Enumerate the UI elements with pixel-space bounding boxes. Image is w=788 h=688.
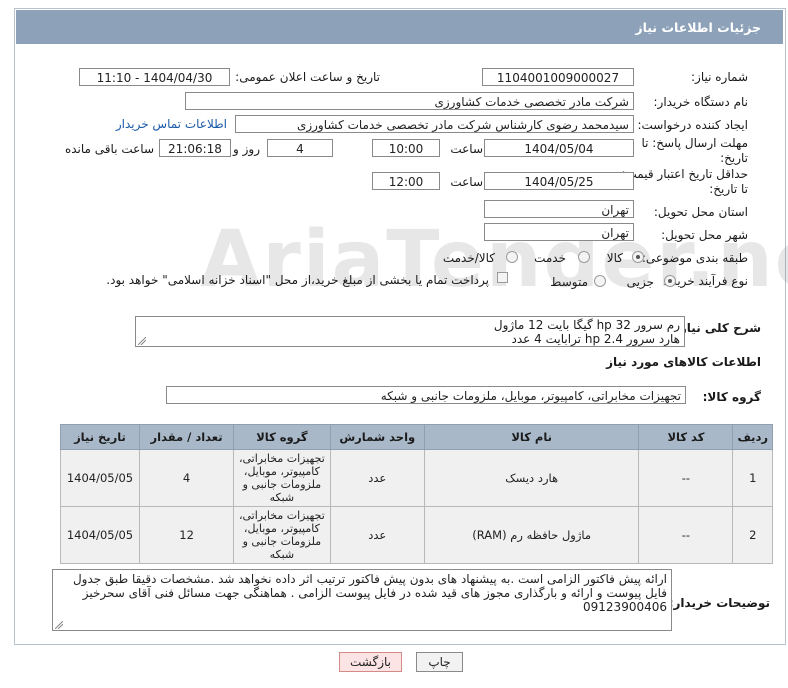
category-radio-goods-service[interactable] bbox=[506, 251, 518, 263]
cell-goods-group: تجهیزات مخابراتی، کامپیوتر، موبایل، ملزو… bbox=[233, 506, 331, 564]
announce-datetime-field: 1404/04/30 - 11:10 bbox=[79, 68, 230, 86]
col-need-date: تاریخ نیاز bbox=[60, 424, 140, 450]
table-row: 2 -- ماژول حافظه رم (RAM) عدد تجهیزات مخ… bbox=[60, 506, 773, 564]
cell-quantity: 12 bbox=[138, 506, 235, 564]
price-validity-date-field: 1404/05/25 bbox=[484, 172, 634, 190]
province-label: استان محل تحویل: bbox=[653, 205, 748, 219]
category-option-goods-service: کالا/خدمت bbox=[442, 251, 495, 265]
price-validity-time-label: ساعت bbox=[450, 175, 483, 189]
price-validity-time-field: 12:00 bbox=[372, 172, 440, 190]
col-goods-group: گروه کالا bbox=[233, 424, 331, 450]
city-field: تهران bbox=[484, 223, 634, 241]
category-option-service: خدمت bbox=[534, 251, 566, 265]
process-option-minor: جزیی bbox=[626, 275, 654, 289]
process-radio-minor[interactable] bbox=[664, 275, 676, 287]
category-radio-goods[interactable] bbox=[632, 251, 644, 263]
cell-goods-group: تجهیزات مخابراتی، کامپیوتر، موبایل، ملزو… bbox=[233, 449, 331, 507]
col-goods-name: نام کالا bbox=[423, 424, 640, 450]
reply-days-field: 4 bbox=[267, 139, 333, 157]
cell-unit: عدد bbox=[329, 449, 425, 507]
treasury-payment-checkbox[interactable] bbox=[497, 272, 508, 283]
process-radio-medium[interactable] bbox=[594, 275, 606, 287]
reply-time-label: ساعت bbox=[450, 142, 483, 156]
col-unit: واحد شمارش bbox=[329, 424, 425, 450]
city-label: شهر محل تحویل: bbox=[661, 228, 748, 242]
goods-info-title: اطلاعات کالاهای مورد نیاز bbox=[606, 355, 761, 369]
print-button[interactable]: چاپ bbox=[416, 652, 463, 672]
reply-date-field: 1404/05/04 bbox=[484, 139, 634, 157]
col-goods-code: کد کالا bbox=[638, 424, 734, 450]
buyer-contact-link[interactable]: اطلاعات تماس خریدار bbox=[116, 117, 227, 131]
cell-goods-name: ماژول حافظه رم (RAM) bbox=[423, 506, 640, 564]
goods-table: ردیف کد کالا نام کالا واحد شمارش گروه کا… bbox=[60, 424, 773, 564]
table-row: 1 -- هارد دیسک عدد تجهیزات مخابراتی، کام… bbox=[60, 449, 773, 507]
process-option-medium: متوسط bbox=[550, 275, 588, 289]
price-validity-label: حداقل تاریخ اعتبار قیمت: bbox=[621, 167, 748, 181]
buyer-org-field: شرکت مادر تخصصی خدمات کشاورزی bbox=[185, 92, 634, 110]
buyer-notes-text: ارائه پیش فاکتور الزامی است .به پیشنهاد … bbox=[72, 572, 667, 614]
goods-group-field: تجهیزات مخابراتی، کامپیوتر، موبایل، ملزو… bbox=[166, 386, 686, 404]
treasury-payment-note: پرداخت تمام یا بخشی از مبلغ خرید،از محل … bbox=[106, 273, 489, 287]
back-button[interactable]: بازگشت bbox=[339, 652, 402, 672]
reply-deadline-label-2: تاریخ: bbox=[720, 151, 748, 165]
col-row-number: ردیف bbox=[732, 424, 773, 450]
requester-field: سیدمحمد رضوی کارشناس شرکت مادر تخصصی خدم… bbox=[235, 115, 634, 133]
cell-goods-code: -- bbox=[638, 449, 734, 507]
goods-group-label: گروه کالا: bbox=[702, 390, 761, 404]
announce-datetime-label: تاریخ و ساعت اعلان عمومی: bbox=[235, 70, 380, 84]
category-label: طبقه بندی موضوعی: bbox=[641, 251, 748, 265]
need-number-label: شماره نیاز: bbox=[691, 70, 748, 84]
cell-quantity: 4 bbox=[138, 449, 235, 507]
need-number-field: 1104001009000027 bbox=[482, 68, 634, 86]
buyer-notes-label: توضیحات خریدار: bbox=[668, 596, 770, 610]
remaining-time-field: 21:06:18 bbox=[159, 139, 231, 157]
reply-deadline-label: مهلت ارسال پاسخ: تا bbox=[641, 136, 748, 150]
reply-time-field: 10:00 bbox=[372, 139, 440, 157]
category-option-goods: کالا bbox=[606, 251, 623, 265]
price-validity-label-2: تا تاریخ: bbox=[709, 182, 748, 196]
cell-goods-code: -- bbox=[638, 506, 734, 564]
buyer-notes-textarea[interactable]: ارائه پیش فاکتور الزامی است .به پیشنهاد … bbox=[52, 569, 672, 631]
remaining-time-label: ساعت باقی مانده bbox=[64, 142, 154, 156]
resize-grip-icon[interactable] bbox=[138, 337, 146, 345]
cell-goods-name: هارد دیسک bbox=[423, 449, 640, 507]
reply-days-label: روز و bbox=[233, 142, 260, 156]
col-quantity: تعداد / مقدار bbox=[138, 424, 235, 450]
table-header-row: ردیف کد کالا نام کالا واحد شمارش گروه کا… bbox=[60, 424, 773, 450]
requester-label: ایجاد کننده درخواست: bbox=[637, 118, 748, 132]
cell-unit: عدد bbox=[329, 506, 425, 564]
cell-row-number: 1 bbox=[732, 449, 773, 507]
description-line-1: رم سرور hp 32 گیگا بایت 12 ماژول bbox=[493, 318, 680, 332]
cell-row-number: 2 bbox=[732, 506, 773, 564]
buyer-org-label: نام دستگاه خریدار: bbox=[653, 95, 749, 109]
province-field: تهران bbox=[484, 200, 634, 218]
cell-need-date: 1404/05/05 bbox=[60, 449, 140, 507]
description-textarea[interactable]: رم سرور hp 32 گیگا بایت 12 ماژول هارد سر… bbox=[135, 316, 685, 347]
page-title: جزئیات اطلاعات نیاز bbox=[635, 19, 761, 35]
panel-header: جزئیات اطلاعات نیاز bbox=[16, 10, 783, 44]
description-line-2: هارد سرور hp 2.4 ترابایت 4 عدد bbox=[511, 332, 680, 346]
category-radio-service[interactable] bbox=[578, 251, 590, 263]
description-label: شرح کلی نیاز: bbox=[675, 321, 761, 335]
cell-need-date: 1404/05/05 bbox=[60, 506, 140, 564]
resize-grip-icon[interactable] bbox=[55, 621, 63, 629]
